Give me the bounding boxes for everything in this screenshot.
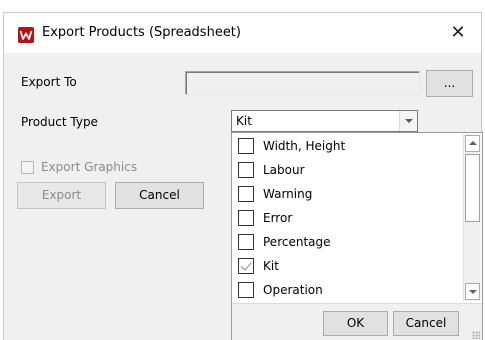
list-item-label: Error [263,211,293,225]
dropdown-cancel-button[interactable]: Cancel [393,311,459,336]
list-item[interactable]: Warning [236,183,462,207]
product-type-list: Width, Height Labour Warning Error Perce… [232,133,464,303]
w-logo-icon [18,27,34,43]
export-button[interactable]: Export [17,182,106,209]
dropdown-footer: OK Cancel [232,303,482,340]
list-item-label: Width, Height [263,139,346,153]
list-item-label: Percentage [263,235,331,249]
list-item[interactable]: Percentage [236,231,462,255]
product-type-label: Product Type [21,115,98,129]
cancel-button[interactable]: Cancel [115,182,204,209]
browse-button[interactable]: ... [426,70,473,97]
product-type-dropdown: Width, Height Labour Warning Error Perce… [231,132,483,340]
list-item-checkbox[interactable] [238,258,254,274]
list-item-label: Warning [263,187,313,201]
product-type-combo[interactable]: Kit [231,110,418,132]
export-to-label: Export To [21,75,77,89]
chevron-down-icon[interactable] [399,111,417,131]
scroll-down-icon[interactable] [465,283,480,300]
list-item-checkbox[interactable] [238,186,254,202]
window-title: Export Products (Spreadsheet) [42,25,241,40]
list-scrollbar[interactable] [463,134,481,301]
list-item-label: Labour [263,163,305,177]
title-bar: Export Products (Spreadsheet) ✕ [4,13,481,53]
list-item-checkbox[interactable] [238,210,254,226]
list-item[interactable]: Labour [236,159,462,183]
list-item-checkbox[interactable] [238,282,254,298]
dropdown-ok-button[interactable]: OK [323,311,388,336]
export-graphics-checkbox[interactable] [21,161,34,174]
export-to-field[interactable] [185,71,420,95]
export-graphics-label: Export Graphics [41,160,138,174]
scroll-up-icon[interactable] [465,135,480,152]
list-item-checkbox[interactable] [238,234,254,250]
list-item-label: Kit [263,259,279,273]
resize-grip-icon[interactable] [472,331,480,339]
list-item[interactable]: Error [236,207,462,231]
list-item-checkbox[interactable] [238,162,254,178]
list-item[interactable]: Width, Height [236,135,462,159]
list-item-label: Operation [263,283,323,297]
list-item[interactable]: Kit [236,255,462,279]
close-icon[interactable]: ✕ [435,13,481,53]
list-item-checkbox[interactable] [238,138,254,154]
product-type-value: Kit [236,114,252,128]
scroll-thumb[interactable] [465,154,480,222]
list-item[interactable]: Operation [236,279,462,303]
